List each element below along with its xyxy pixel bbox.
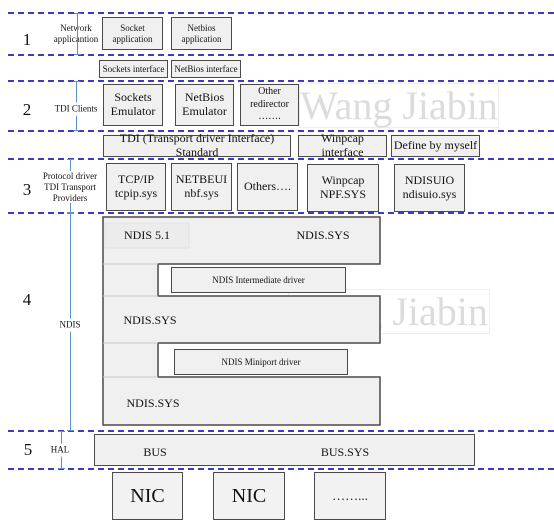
bus-sys-label: BUS.SYS: [320, 444, 370, 459]
bus-label: BUS: [143, 444, 167, 459]
ndis-sys-bottom-label: NDIS.SYS: [126, 395, 180, 410]
ndis-sys-top-label: NDIS.SYS: [296, 227, 350, 242]
ndis-miniport-driver-box: NDIS Miniport driver: [174, 349, 348, 375]
nic-box: NIC: [213, 472, 285, 520]
ndis-sys-middle-label: NDIS.SYS: [123, 312, 177, 327]
ndis-architecture-diagram: Wang Jiabin Wang Jiabin 1 Network applic…: [0, 0, 554, 523]
ndis-version-label: NDIS 5.1: [123, 227, 171, 242]
nic-more-box: ……...: [314, 472, 386, 520]
ndis-intermediate-driver-box: NDIS Intermediate driver: [171, 267, 346, 293]
nic-box: NIC: [112, 472, 183, 520]
